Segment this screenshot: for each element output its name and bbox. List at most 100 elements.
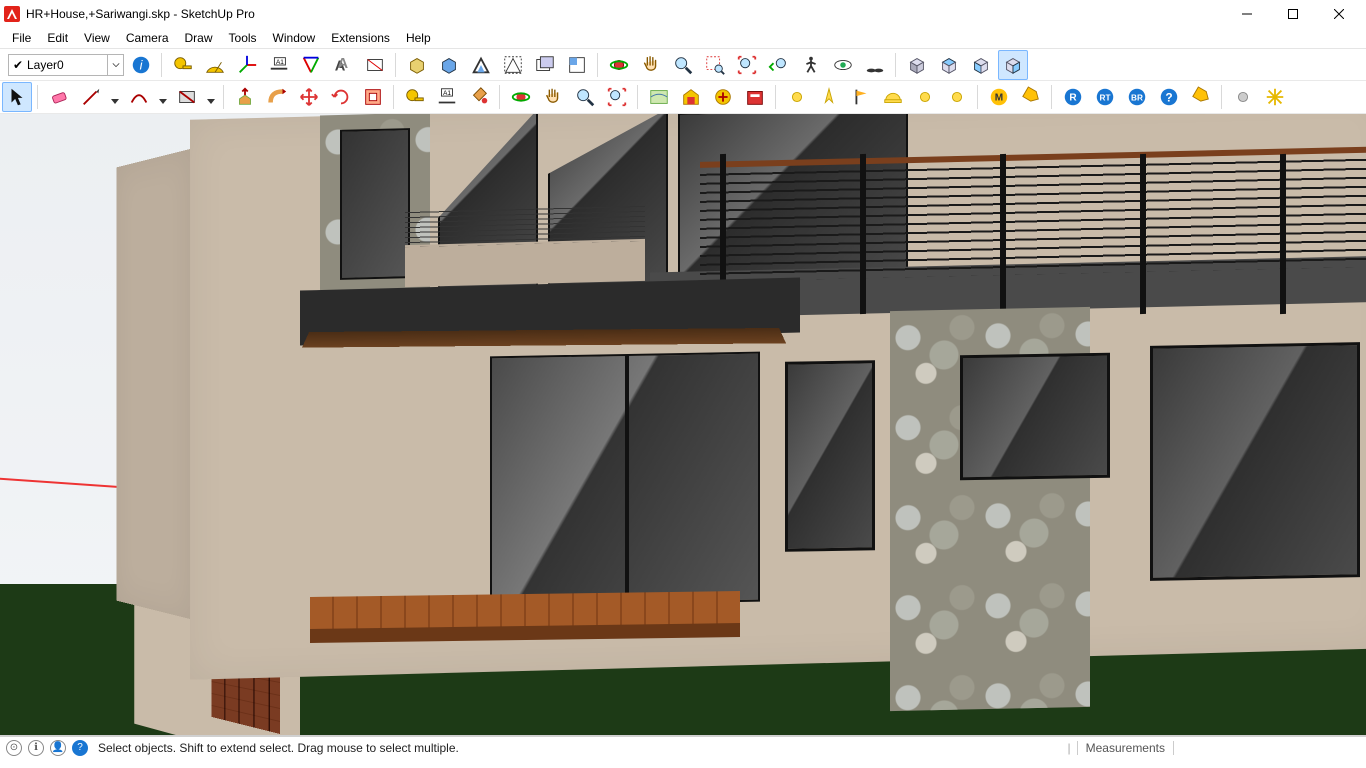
separator [594,50,602,80]
eraser-button[interactable] [44,82,74,112]
layer-selector[interactable]: ✔ Layer0 [8,54,124,76]
separator [158,50,166,80]
material-badge-button[interactable]: M [984,82,1014,112]
scene-render [0,114,1366,735]
extension-warehouse-button[interactable] [740,82,770,112]
dimension-button[interactable]: A1 [264,50,294,80]
followme-button[interactable] [262,82,292,112]
position-camera-button[interactable] [860,50,890,80]
right-view-button[interactable] [998,50,1028,80]
br-badge-button[interactable]: BR [1122,82,1152,112]
dot-gray-button[interactable] [1228,82,1258,112]
text-button[interactable] [296,50,326,80]
zoom-button[interactable] [668,50,698,80]
menu-edit[interactable]: Edit [39,29,76,47]
top-view-button[interactable] [934,50,964,80]
pan-2-button[interactable] [538,82,568,112]
status-icon-3[interactable]: 👤 [50,740,66,756]
offset-button[interactable] [358,82,388,112]
zoom-2-button[interactable] [570,82,600,112]
menu-tools[interactable]: Tools [221,29,265,47]
svg-text:M: M [995,93,1003,104]
look-around-button[interactable] [828,50,858,80]
minimize-button[interactable] [1224,0,1270,28]
sun-button[interactable] [782,82,812,112]
menu-help[interactable]: Help [398,29,439,47]
menu-window[interactable]: Window [265,29,324,47]
tape-measure-button[interactable] [168,50,198,80]
select-tool-button[interactable] [2,82,32,112]
orbit-2-button[interactable] [506,82,536,112]
iso-view-button[interactable] [902,50,932,80]
make-component-button[interactable] [402,50,432,80]
svg-text:RT: RT [1100,94,1111,103]
line-tool-button[interactable] [76,82,106,112]
menu-camera[interactable]: Camera [118,29,177,47]
geo-location-button[interactable] [644,82,674,112]
toolbar-row-1: ✔ Layer0 i A1 AA [0,48,1366,81]
toolbar-row-2: A1 M R RT BR ? [0,81,1366,114]
rectangle-tool-button[interactable] [172,82,202,112]
close-button[interactable] [1316,0,1362,28]
zoom-extents-button[interactable] [732,50,762,80]
component-options-button[interactable] [434,50,464,80]
tape-measure-2-button[interactable] [400,82,430,112]
maximize-button[interactable] [1270,0,1316,28]
dot-yellow-button[interactable] [910,82,940,112]
pan-button[interactable] [636,50,666,80]
model-viewport[interactable] [0,114,1366,736]
3d-text-button[interactable]: AA [328,50,358,80]
status-icon-1[interactable]: ⊙ [6,740,22,756]
menu-extensions[interactable]: Extensions [323,29,398,47]
layer-dropdown-icon[interactable] [107,55,123,75]
app-icon [4,6,20,22]
scenes-button[interactable] [530,50,560,80]
menu-file[interactable]: File [4,29,39,47]
section-plane-button[interactable] [360,50,390,80]
burst-button[interactable] [1260,82,1290,112]
orbit-button[interactable] [604,50,634,80]
hardhat-button[interactable] [878,82,908,112]
status-help-icon[interactable]: ? [72,740,88,756]
zoom-window-button[interactable] [700,50,730,80]
flag-button[interactable] [846,82,876,112]
menu-bar: File Edit View Camera Draw Tools Window … [0,28,1366,48]
tag-2-button[interactable] [1186,82,1216,112]
svg-text:A1: A1 [276,59,284,66]
3d-warehouse-button[interactable] [676,82,706,112]
pushpull-button[interactable] [230,82,260,112]
r-badge-button[interactable]: R [1058,82,1088,112]
menu-draw[interactable]: Draw [177,29,221,47]
separator [974,82,982,112]
svg-text:BR: BR [1131,94,1143,103]
north-arrow-button[interactable] [814,82,844,112]
separator [34,82,42,112]
group-button[interactable] [498,50,528,80]
status-icon-2[interactable]: ℹ [28,740,44,756]
axes-button[interactable] [232,50,262,80]
styles-button[interactable] [562,50,592,80]
paint-bucket-button[interactable] [464,82,494,112]
separator [390,82,398,112]
arc-tool-dropdown[interactable] [156,82,170,112]
arc-tool-button[interactable] [124,82,154,112]
line-tool-dropdown[interactable] [108,82,122,112]
outliner-button[interactable] [466,50,496,80]
zoom-extents-2-button[interactable] [602,82,632,112]
rectangle-tool-dropdown[interactable] [204,82,218,112]
layer-info-button[interactable]: i [126,50,156,80]
help-badge-button[interactable]: ? [1154,82,1184,112]
move-button[interactable] [294,82,324,112]
tag-badge-button[interactable] [1016,82,1046,112]
menu-view[interactable]: View [76,29,118,47]
protractor-button[interactable] [200,50,230,80]
walk-button[interactable] [796,50,826,80]
dimension-2-button[interactable]: A1 [432,82,462,112]
rotate-button[interactable] [326,82,356,112]
rt-badge-button[interactable]: RT [1090,82,1120,112]
add-location-button[interactable] [708,82,738,112]
dot-blue-button[interactable] [942,82,972,112]
previous-view-button[interactable] [764,50,794,80]
front-view-button[interactable] [966,50,996,80]
measurements-separator: | [1068,741,1071,755]
